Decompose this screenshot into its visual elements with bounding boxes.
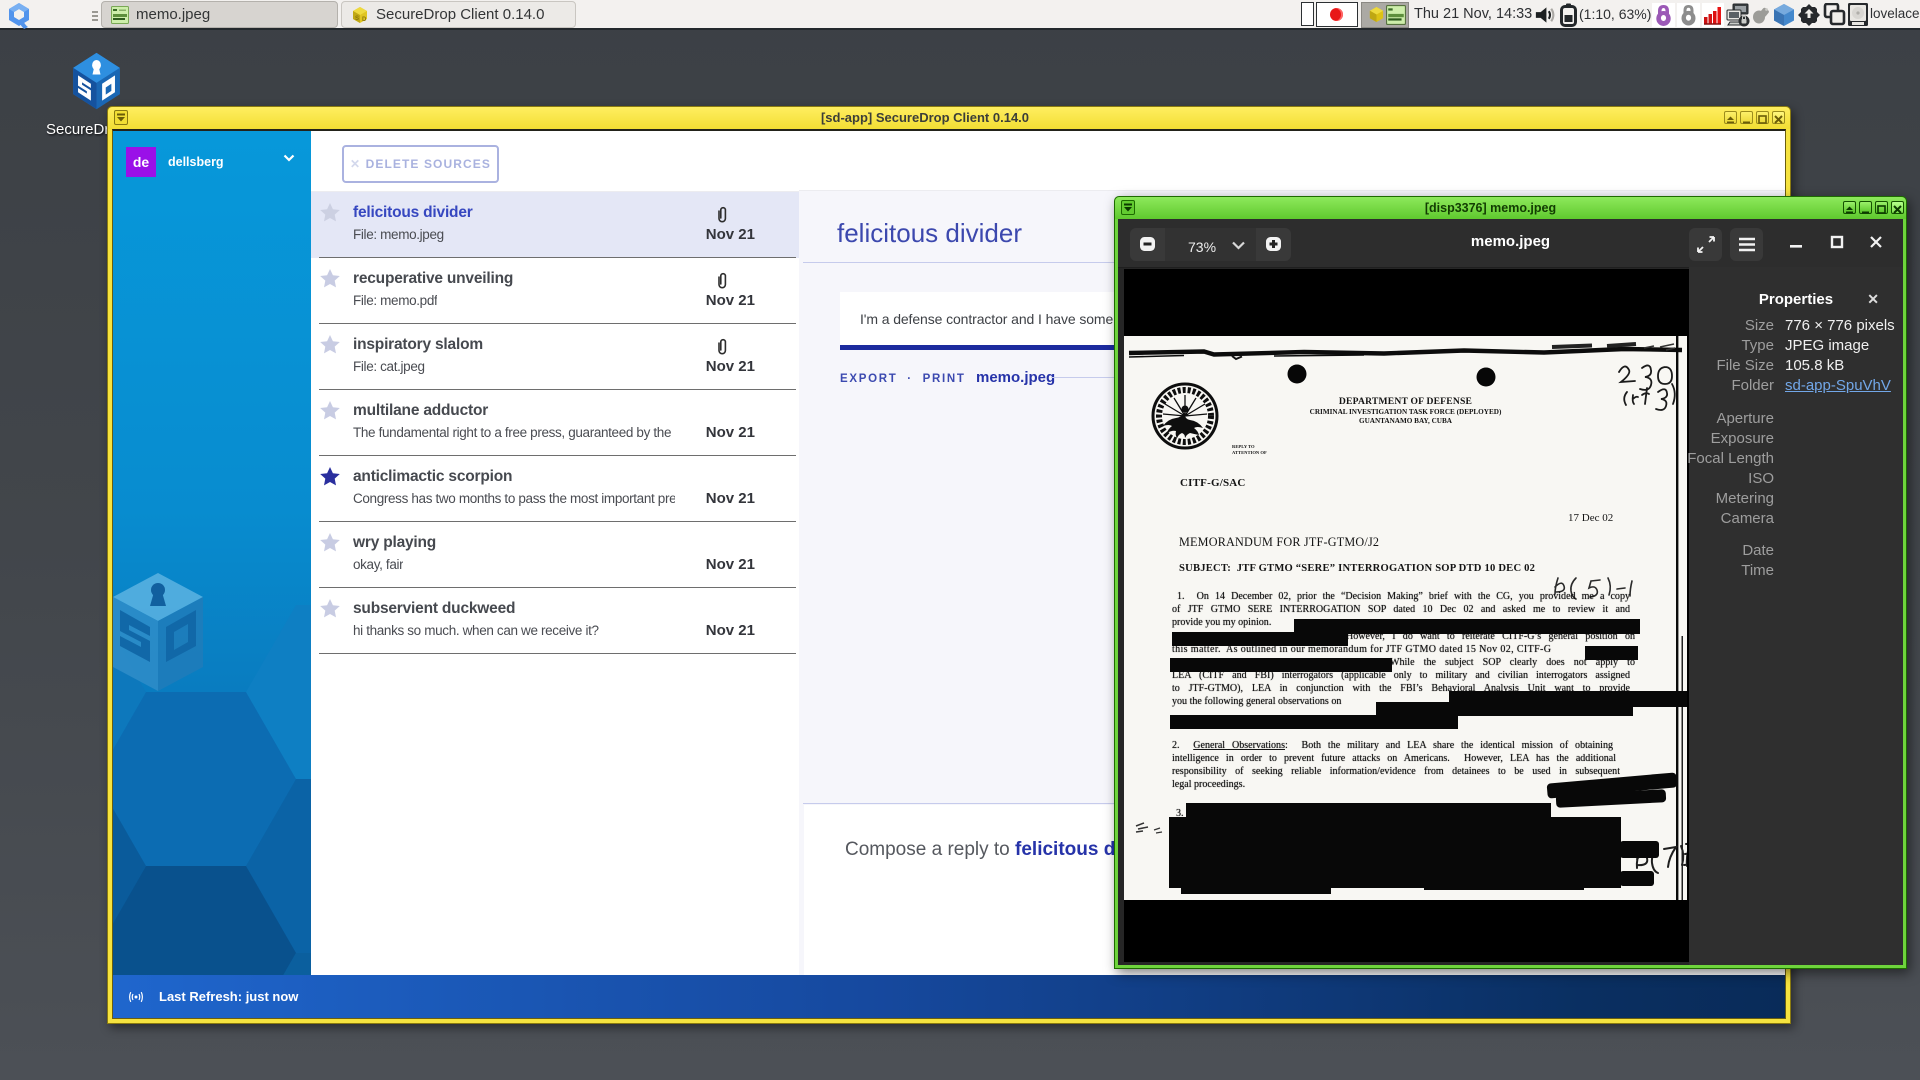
svg-text:S: S [355, 16, 359, 22]
svg-text:D: D [362, 17, 367, 23]
